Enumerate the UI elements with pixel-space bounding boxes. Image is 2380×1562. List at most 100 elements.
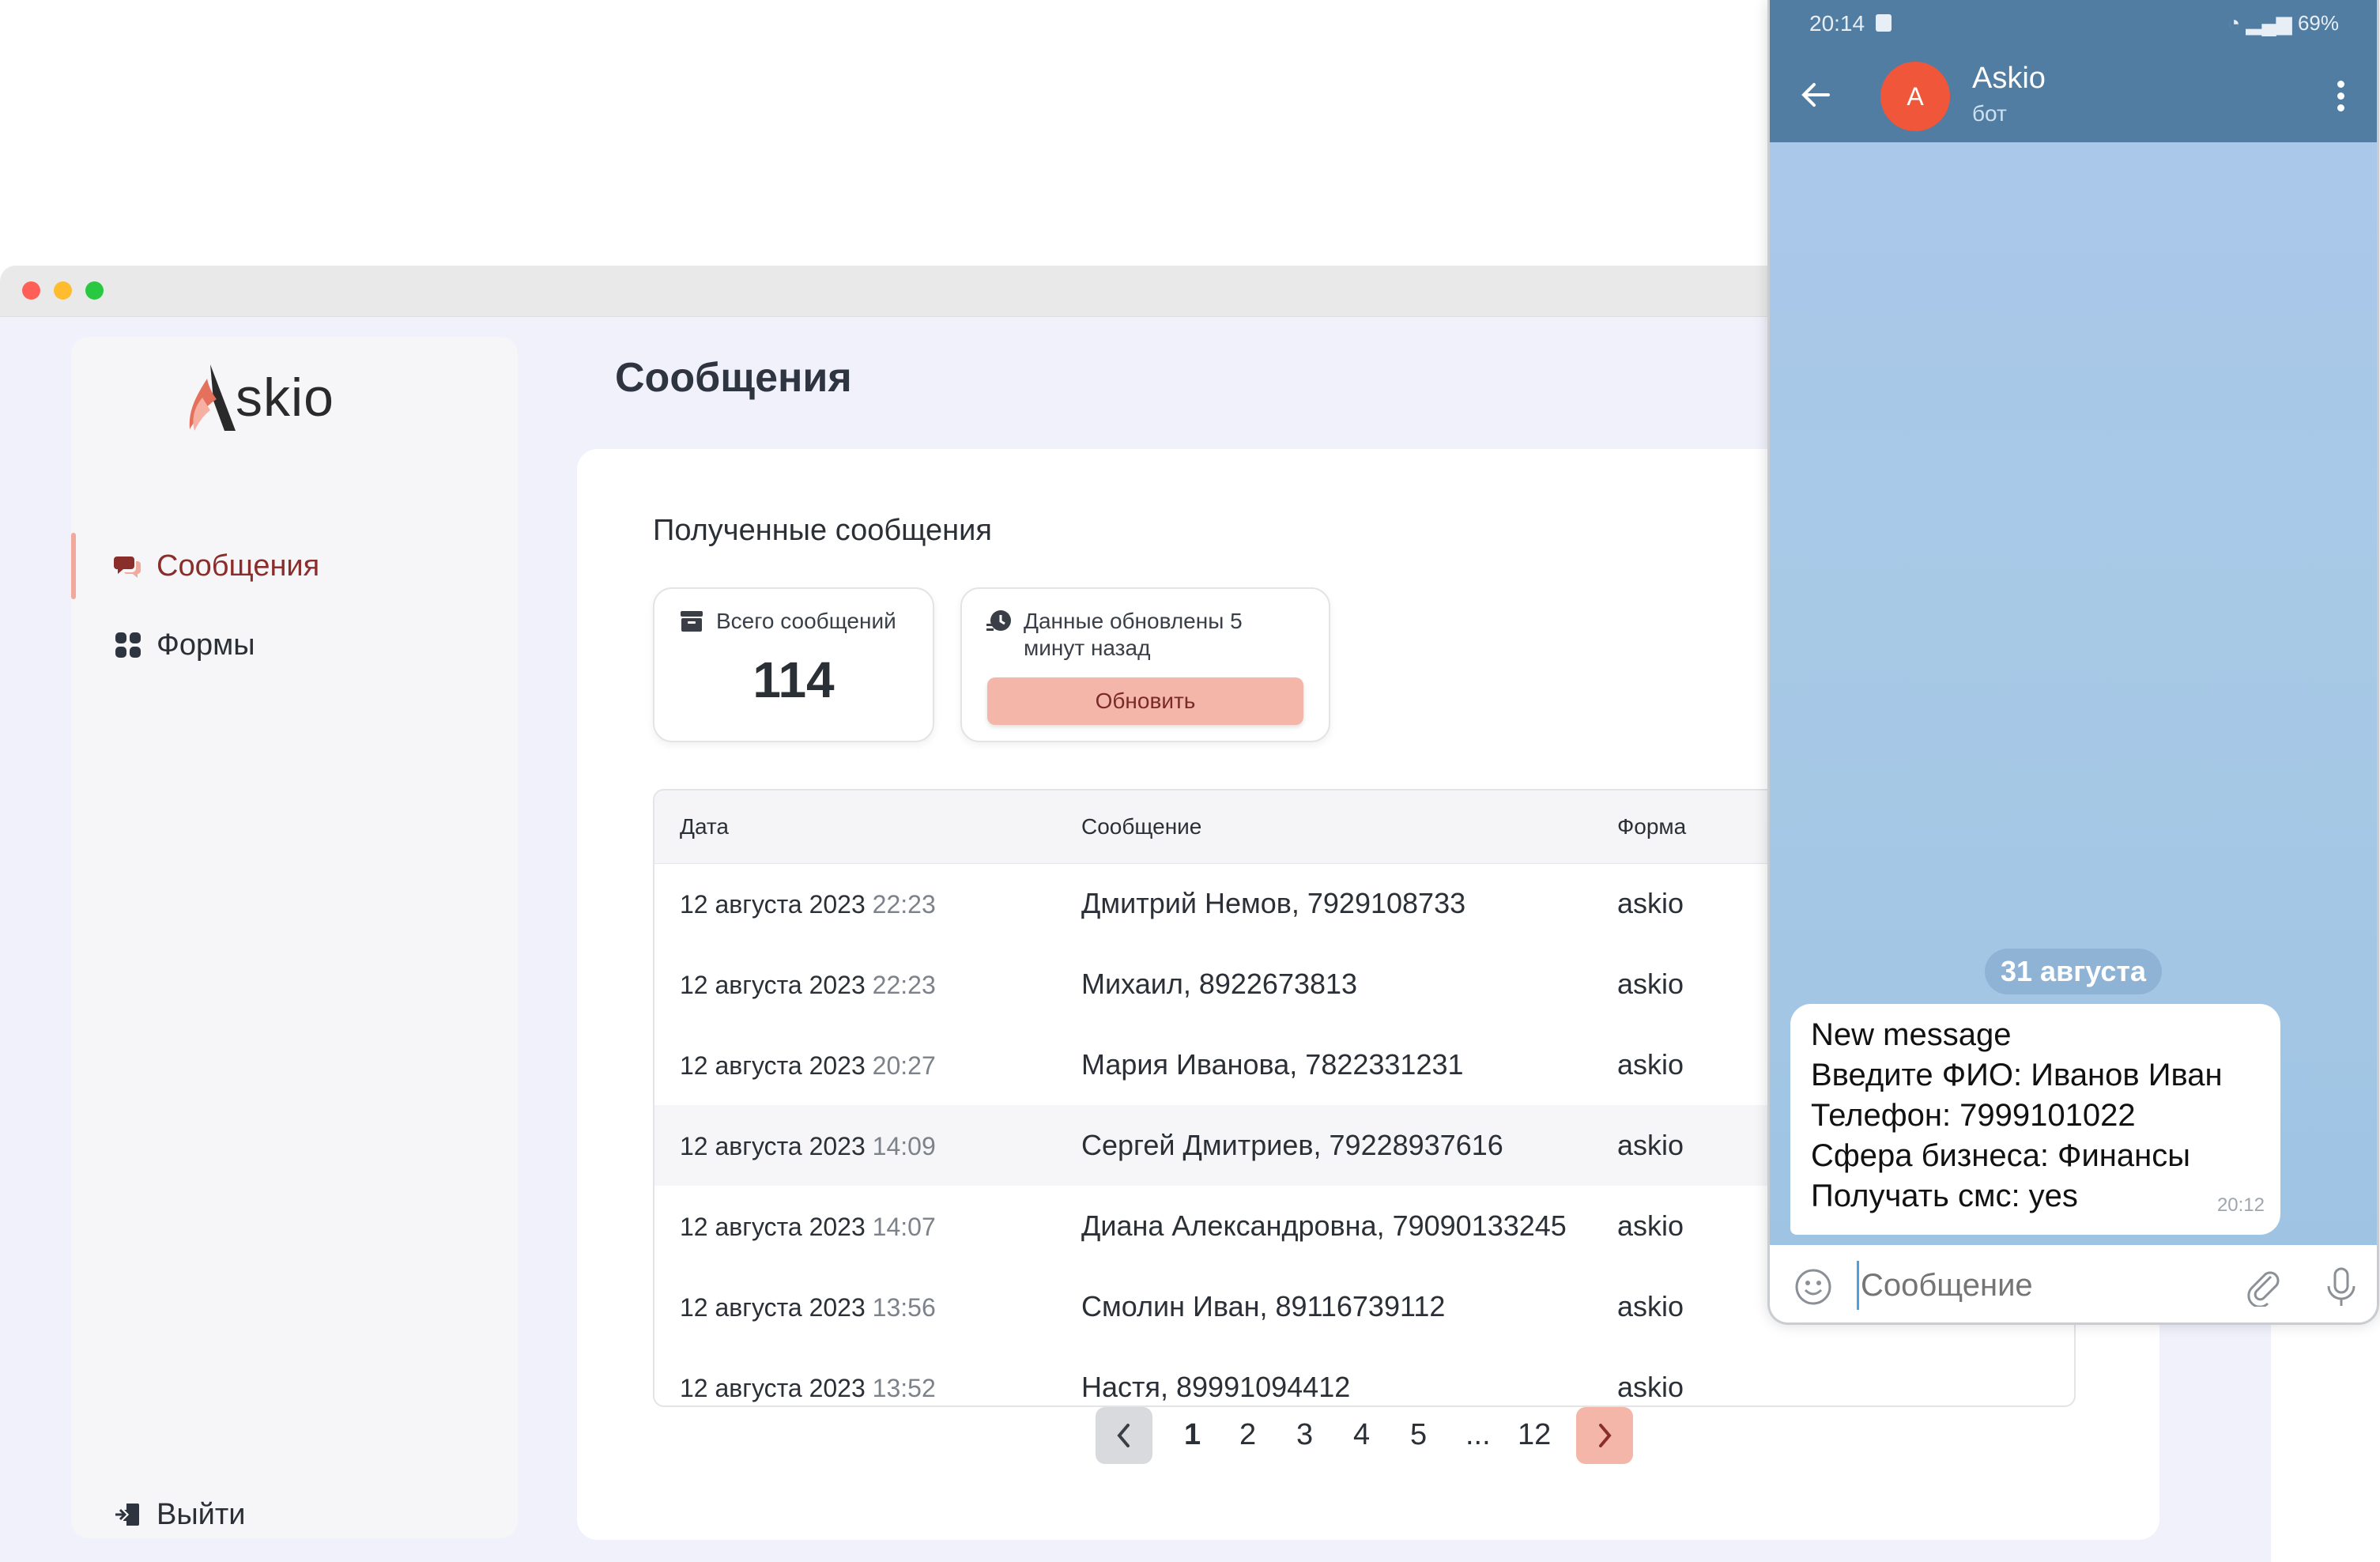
row-message: Смолин Иван, 89116739112 [1081,1290,1446,1322]
row-date-text: 12 августа 2023 [680,1051,866,1080]
sidebar-item-messages[interactable]: Сообщения [71,533,518,599]
row-date-text: 12 августа 2023 [680,1374,866,1402]
row-form: askio [1617,1209,1684,1242]
row-date-text: 12 августа 2023 [680,1293,866,1322]
sidebar-item-label: Формы [157,628,255,662]
row-message: Диана Александровна, 79090133245 [1081,1209,1567,1242]
status-time: 20:14 [1809,11,1865,36]
attach-icon[interactable] [2244,1267,2284,1307]
row-date-text: 12 августа 2023 [680,971,866,999]
row-time: 22:23 [872,890,936,919]
chat-background: 31 августа New message Введите ФИО: Иван… [1770,142,2377,1245]
history-icon [986,608,1013,635]
pagination: 1 2 3 4 5 ... 12 [577,1407,2159,1470]
row-time: 22:23 [872,971,936,999]
row-message: Сергей Дмитриев, 79228937616 [1081,1129,1503,1161]
data-updated-label: Данные обновлены 5 минут назад [1024,609,1243,660]
row-date-text: 12 августа 2023 [680,890,866,919]
logo-mark-icon [189,364,236,431]
total-messages-header: Всего сообщений [678,608,896,635]
row-form: askio [1617,968,1684,1000]
table-row[interactable]: 12 августа 2023 13:52 Настя, 89991094412… [654,1347,2074,1405]
notification-icon [1876,14,1892,32]
column-header-message[interactable]: Сообщение [1081,814,1201,839]
logout-label: Выйти [157,1497,246,1531]
row-time: 13:56 [872,1293,936,1322]
row-message: Настя, 89991094412 [1081,1371,1351,1403]
next-page-button[interactable] [1576,1407,1633,1464]
status-battery: ◔ ▂▄▆ 69% [2227,11,2339,36]
maximize-window-button[interactable] [85,281,104,300]
chevron-right-icon [1599,1424,1612,1447]
row-time: 13:52 [872,1374,936,1402]
message-line: Получать смс: yes [1811,1179,2078,1213]
page-5[interactable]: 5 [1410,1418,1427,1452]
emoji-icon[interactable] [1793,1267,1833,1307]
row-form: askio [1617,887,1684,919]
data-updated-header: Данные обновлены 5 минут назад [986,608,1286,662]
row-date: 12 августа 2023 13:56 [680,1293,936,1322]
row-message: Мария Иванова, 7822331231 [1081,1048,1464,1081]
refresh-button[interactable]: Обновить [987,677,1303,725]
message-bubble[interactable]: New message Введите ФИО: Иванов Иван Тел… [1790,1004,2280,1235]
wifi-signal-icon: ◔ ▂▄▆ [2227,11,2298,35]
inbox-icon [678,608,705,635]
chat-header: 20:14 ◔ ▂▄▆ 69% A Askio бот [1770,0,2377,142]
close-window-button[interactable] [22,281,40,300]
page-1[interactable]: 1 [1184,1418,1201,1452]
microphone-icon[interactable] [2323,1266,2359,1308]
total-messages-value: 114 [752,651,835,708]
section-title: Полученные сообщения [653,514,992,547]
row-date: 12 августа 2023 22:23 [680,971,936,1000]
message-line: Сфера бизнеса: Финансы [1811,1138,2190,1173]
message-line: Телефон: 7999101022 [1811,1098,2136,1133]
logout-icon [114,1500,142,1529]
row-date: 12 августа 2023 20:27 [680,1051,936,1081]
row-time: 14:09 [872,1132,936,1160]
page-2[interactable]: 2 [1239,1418,1256,1452]
avatar[interactable]: A [1880,62,1950,131]
total-messages-label: Всего сообщений [716,609,896,633]
message-time: 20:12 [2216,1194,2265,1216]
telegram-phone: 20:14 ◔ ▂▄▆ 69% A Askio бот 31 августа N… [1767,0,2379,1325]
minimize-window-button[interactable] [54,281,72,300]
logout-button[interactable]: Выйти [71,1481,518,1548]
column-header-date[interactable]: Дата [680,814,729,839]
row-date: 12 августа 2023 14:09 [680,1132,936,1161]
row-date-text: 12 августа 2023 [680,1132,866,1160]
sidebar-item-forms[interactable]: Формы [71,612,518,678]
back-arrow-icon[interactable] [1798,77,1833,112]
total-messages-card: Всего сообщений 114 [653,587,934,742]
logo-text: skio [236,368,334,428]
more-menu-icon[interactable] [2337,81,2345,116]
row-message: Михаил, 8922673813 [1081,968,1358,1000]
message-input[interactable] [1857,1261,2194,1310]
chevron-left-icon [1117,1424,1130,1447]
row-date: 12 августа 2023 22:23 [680,890,936,919]
chat-title[interactable]: Askio [1972,62,2046,96]
sidebar: skio Сообщения Формы Выйти [71,337,518,1538]
sidebar-item-label: Сообщения [157,549,320,583]
row-date-text: 12 августа 2023 [680,1213,866,1241]
message-composer [1770,1245,2377,1322]
page-title: Сообщения [615,355,852,401]
prev-page-button[interactable] [1096,1407,1152,1464]
row-form: askio [1617,1371,1684,1403]
message-line: New message [1811,1017,2012,1052]
row-time: 20:27 [872,1051,936,1080]
row-date: 12 августа 2023 13:52 [680,1374,936,1403]
chat-bubbles-icon [114,552,142,580]
row-form: askio [1617,1290,1684,1322]
data-updated-card: Данные обновлены 5 минут назад Обновить [960,587,1330,742]
row-form: askio [1617,1129,1684,1161]
message-line: Введите ФИО: Иванов Иван [1811,1058,2223,1092]
page-12[interactable]: 12 [1518,1418,1551,1452]
row-date: 12 августа 2023 14:07 [680,1213,936,1242]
chat-subtitle: бот [1972,101,2007,126]
row-message: Дмитрий Немов, 7929108733 [1081,887,1466,919]
page-4[interactable]: 4 [1353,1418,1370,1452]
column-header-form[interactable]: Форма [1617,814,1686,839]
app-logo: skio [180,354,334,441]
row-time: 14:07 [872,1213,936,1241]
page-3[interactable]: 3 [1296,1418,1313,1452]
